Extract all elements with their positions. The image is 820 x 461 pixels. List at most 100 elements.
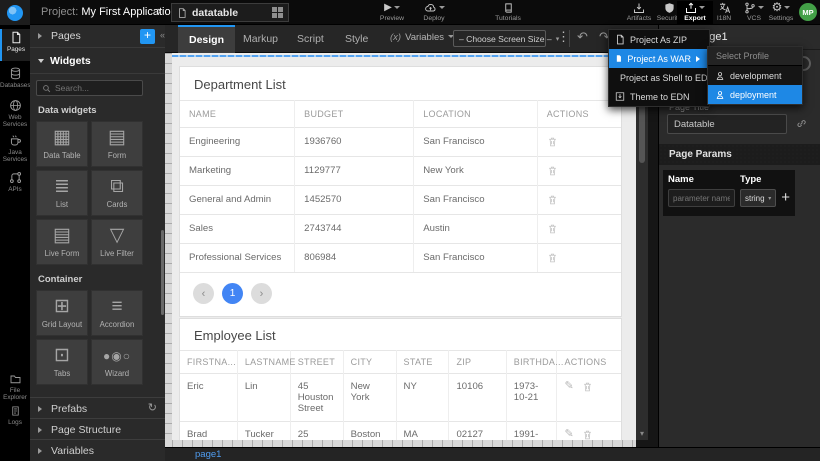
shield-icon bbox=[664, 2, 675, 14]
column-header[interactable]: BIRTHDA... bbox=[506, 351, 557, 374]
screen-size-select[interactable]: – Choose Screen Size – ▾ bbox=[453, 30, 546, 47]
scroll-down-icon[interactable]: ▾ bbox=[636, 429, 648, 438]
panel-scrollbar[interactable] bbox=[161, 230, 164, 315]
widget-tile-list[interactable]: ≣List bbox=[36, 170, 88, 216]
widget-tile-grid-layout[interactable]: ⊞Grid Layout bbox=[36, 290, 88, 336]
export-icon bbox=[685, 2, 697, 14]
table-title: Department List bbox=[180, 67, 621, 100]
preview-button[interactable]: ▶ Preview bbox=[374, 1, 410, 22]
tutorials-button[interactable]: Tutorials bbox=[490, 1, 526, 22]
translate-icon bbox=[718, 2, 731, 14]
param-type-select[interactable]: string ▾ bbox=[740, 189, 776, 207]
trash-icon[interactable] bbox=[547, 165, 558, 177]
file-filled-icon bbox=[615, 53, 622, 64]
param-type-column: Type bbox=[740, 174, 761, 185]
column-header[interactable]: FIRSTNA... bbox=[180, 351, 237, 374]
pagination: ‹ 1 › bbox=[180, 272, 621, 316]
page-structure-section[interactable]: Page Structure bbox=[30, 418, 165, 440]
table-header-row: FIRSTNA... LASTNAME STREET CITY STATE ZI… bbox=[180, 351, 621, 374]
column-header[interactable]: CITY bbox=[343, 351, 396, 374]
submenu-item-development[interactable]: development bbox=[708, 66, 802, 85]
widget-tile-cards[interactable]: ⧉Cards bbox=[91, 170, 143, 216]
grid-icon[interactable] bbox=[272, 7, 283, 18]
user-avatar[interactable]: MP bbox=[799, 3, 817, 21]
widget-tile-accordion[interactable]: ≡Accordion bbox=[91, 290, 143, 336]
undo-button[interactable]: ↶ bbox=[577, 29, 588, 45]
widget-tile-wizard[interactable]: ●◉○Wizard bbox=[91, 339, 143, 385]
pagination-current[interactable]: 1 bbox=[222, 283, 243, 304]
pagination-next[interactable]: › bbox=[251, 283, 272, 304]
widget-tile-live-filter[interactable]: ▽Live Filter bbox=[91, 219, 143, 265]
tab-design[interactable]: Design bbox=[178, 25, 235, 53]
submenu-item-deployment[interactable]: deployment bbox=[708, 85, 802, 104]
page-title-input[interactable] bbox=[667, 114, 787, 134]
column-header[interactable]: STATE bbox=[396, 351, 449, 374]
deploy-button[interactable]: Deploy bbox=[416, 1, 452, 22]
add-page-button[interactable]: + bbox=[140, 29, 155, 44]
caret-down-icon bbox=[784, 6, 790, 12]
employee-table-widget[interactable]: Employee List FIRSTNA... LASTNAME STREET… bbox=[179, 318, 622, 440]
column-header[interactable]: NAME bbox=[180, 101, 295, 128]
canvas-scrollbar[interactable]: ▾ bbox=[636, 53, 648, 440]
column-header[interactable]: ACTIONS bbox=[557, 351, 621, 374]
variables-section[interactable]: Variables bbox=[30, 439, 165, 461]
widgets-section-header[interactable]: Widgets bbox=[30, 48, 165, 74]
rail-java-services[interactable]: Java Services bbox=[0, 132, 30, 163]
tabs-icon: ⊡ bbox=[37, 344, 87, 368]
edit-icon[interactable]: ✎ bbox=[564, 429, 573, 440]
page-selector[interactable]: datatable bbox=[171, 3, 289, 22]
widget-tile-data-table[interactable]: ▦Data Table bbox=[36, 121, 88, 167]
column-header[interactable]: LOCATION bbox=[414, 101, 537, 128]
column-header[interactable]: LASTNAME bbox=[237, 351, 290, 374]
app-logo[interactable] bbox=[0, 0, 30, 25]
menu-item-project-shell-edn[interactable]: Project as Shell to EDN bbox=[609, 68, 709, 87]
refresh-icon[interactable]: ↻ bbox=[148, 401, 157, 414]
param-name-input[interactable] bbox=[668, 189, 735, 207]
tab-style[interactable]: Style bbox=[334, 25, 379, 53]
add-param-button[interactable]: + bbox=[781, 191, 790, 205]
horizontal-ruler bbox=[172, 440, 636, 447]
pages-section-header[interactable]: Pages + « bbox=[30, 25, 165, 48]
column-header[interactable]: STREET bbox=[290, 351, 343, 374]
column-header[interactable]: ZIP bbox=[449, 351, 506, 374]
topbar: Project: My First Application › datatabl… bbox=[0, 0, 820, 25]
triangle-right-icon bbox=[38, 427, 45, 433]
trash-icon[interactable] bbox=[547, 223, 558, 235]
trash-icon[interactable] bbox=[547, 136, 558, 148]
triangle-right-icon bbox=[38, 33, 45, 39]
edit-icon[interactable]: ✎ bbox=[564, 381, 573, 393]
widget-tile-form[interactable]: ▤Form bbox=[91, 121, 143, 167]
tab-markup[interactable]: Markup bbox=[232, 25, 289, 53]
open-page-tab[interactable]: page1 bbox=[195, 449, 221, 460]
wizard-icon: ●◉○ bbox=[92, 344, 142, 368]
menu-item-project-as-war[interactable]: Project As WAR bbox=[609, 49, 709, 68]
prefabs-section[interactable]: Prefabs ↻ bbox=[30, 397, 165, 419]
widget-tile-tabs[interactable]: ⊡Tabs bbox=[36, 339, 88, 385]
widget-tile-live-form[interactable]: ▤Live Form bbox=[36, 219, 88, 265]
department-table-widget[interactable]: Department List NAME BUDGET LOCATION ACT… bbox=[179, 66, 622, 317]
trash-icon[interactable] bbox=[582, 429, 593, 440]
menu-item-project-as-zip[interactable]: Project As ZIP bbox=[609, 30, 709, 49]
settings-button[interactable]: ⚙ Settings bbox=[763, 1, 799, 22]
trash-icon[interactable] bbox=[547, 194, 558, 206]
rail-databases[interactable]: Databases bbox=[0, 65, 30, 89]
coffee-icon bbox=[9, 134, 22, 147]
wavemaker-studio: Project: My First Application › datatabl… bbox=[0, 0, 820, 461]
rail-file-explorer[interactable]: File Explorer bbox=[0, 371, 30, 401]
triangle-right-icon bbox=[38, 406, 45, 412]
trash-icon[interactable] bbox=[547, 252, 558, 264]
widget-search[interactable] bbox=[36, 80, 143, 96]
rail-apis[interactable]: APIs bbox=[0, 169, 30, 193]
rail-pages[interactable]: Pages bbox=[0, 29, 30, 61]
link-icon[interactable] bbox=[796, 118, 807, 129]
rail-web-services[interactable]: Web Services bbox=[0, 97, 30, 128]
menu-item-theme-edn[interactable]: Theme to EDN bbox=[609, 87, 709, 106]
tab-script[interactable]: Script bbox=[286, 25, 335, 53]
api-nodes-icon bbox=[9, 171, 22, 184]
variables-dropdown[interactable]: (x) Variables bbox=[390, 32, 454, 43]
search-input[interactable] bbox=[55, 83, 135, 93]
column-header[interactable]: BUDGET bbox=[295, 101, 414, 128]
trash-icon[interactable] bbox=[582, 381, 593, 393]
pagination-prev[interactable]: ‹ bbox=[193, 283, 214, 304]
rail-logs[interactable]: Logs bbox=[0, 403, 30, 426]
